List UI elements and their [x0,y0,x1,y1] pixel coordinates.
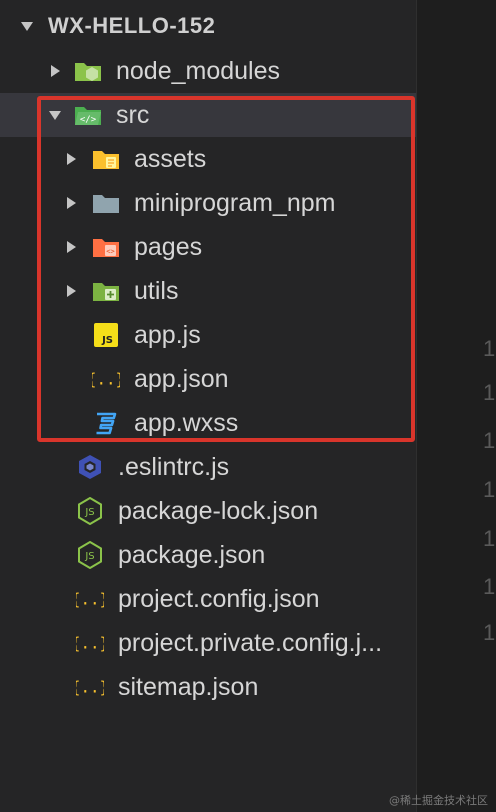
nodejs-icon: JS [76,497,104,525]
tree-item-eslintrc[interactable]: .eslintrc.js [0,445,416,489]
tree-item-node-modules[interactable]: node_modules [0,49,416,93]
tree-item-label: app.json [134,364,229,393]
editor-gutter: 1 1 1 1 1 1 1 [416,0,496,812]
line-number: 1 [483,380,496,405]
node-modules-folder-icon [74,57,102,85]
json-file-icon: {..} [92,365,120,393]
tree-item-app-js[interactable]: JS app.js [0,313,416,357]
file-explorer: WX-HELLO-152 node_modules </> src assets… [0,0,416,812]
chevron-right-icon[interactable] [64,240,78,254]
json-file-icon: {..} [76,673,104,701]
tree-item-label: package-lock.json [118,496,319,525]
tree-item-package-json[interactable]: JS package.json [0,533,416,577]
line-number: 1 [483,620,496,645]
svg-text:{..}: {..} [92,370,120,389]
tree-item-label: utils [134,276,179,305]
tree-item-label: app.js [134,320,201,349]
svg-text:JS: JS [101,335,113,346]
line-number: 1 [483,574,496,599]
chevron-right-icon[interactable] [64,152,78,166]
js-file-icon: JS [92,321,120,349]
tree-item-project-config-json[interactable]: {..} project.config.json [0,577,416,621]
tree-item-label: src [116,100,150,129]
utils-folder-icon [92,277,120,305]
eslint-icon [76,453,104,481]
tree-item-label: project.private.config.j... [118,628,383,657]
tree-item-package-lock-json[interactable]: JS package-lock.json [0,489,416,533]
svg-text:{..}: {..} [76,590,104,609]
chevron-down-icon[interactable] [48,108,62,122]
svg-text:{..}: {..} [76,678,104,697]
svg-text:JS: JS [84,507,94,518]
tree-item-label: package.json [118,540,266,569]
tree-item-label: node_modules [116,56,281,85]
svg-text:{..}: {..} [76,634,104,653]
watermark: @稀土掘金技术社区 [389,794,488,807]
line-number: 1 [483,336,496,361]
svg-text:</>: </> [80,115,97,125]
tree-item-assets[interactable]: assets [0,137,416,181]
pages-folder-icon: <> [92,233,120,261]
tree-item-sitemap-json[interactable]: {..} sitemap.json [0,665,416,709]
tree-item-miniprogram-npm[interactable]: miniprogram_npm [0,181,416,225]
src-folder-icon: </> [74,101,102,129]
tree-item-app-wxss[interactable]: app.wxss [0,401,416,445]
line-number: 1 [483,428,496,453]
css-file-icon [92,409,120,437]
json-file-icon: {..} [76,585,104,613]
chevron-right-icon[interactable] [48,64,62,78]
nodejs-icon: JS [76,541,104,569]
chevron-down-icon[interactable] [20,19,34,33]
folder-icon [92,189,120,217]
tree-item-label: .eslintrc.js [118,452,230,481]
tree-item-label: project.config.json [118,584,320,613]
line-number: 1 [483,526,496,551]
tree-item-label: assets [134,144,207,173]
assets-folder-icon [92,145,120,173]
tree-item-label: app.wxss [134,408,239,437]
tree-item-label: pages [134,232,203,261]
tree-item-project-private-config-json[interactable]: {..} project.private.config.j... [0,621,416,665]
svg-text:<>: <> [106,248,114,256]
tree-item-pages[interactable]: <> pages [0,225,416,269]
json-file-icon: {..} [76,629,104,657]
root-folder-label: WX-HELLO-152 [48,13,216,38]
tree-item-utils[interactable]: utils [0,269,416,313]
tree-item-label: sitemap.json [118,672,259,701]
explorer-root-folder[interactable]: WX-HELLO-152 [0,4,416,48]
chevron-right-icon[interactable] [64,284,78,298]
tree-item-src[interactable]: </> src [0,93,416,137]
tree-item-app-json[interactable]: {..} app.json [0,357,416,401]
tree-item-label: miniprogram_npm [134,188,336,217]
svg-text:JS: JS [84,551,94,562]
line-number: 1 [483,477,496,502]
chevron-right-icon[interactable] [64,196,78,210]
